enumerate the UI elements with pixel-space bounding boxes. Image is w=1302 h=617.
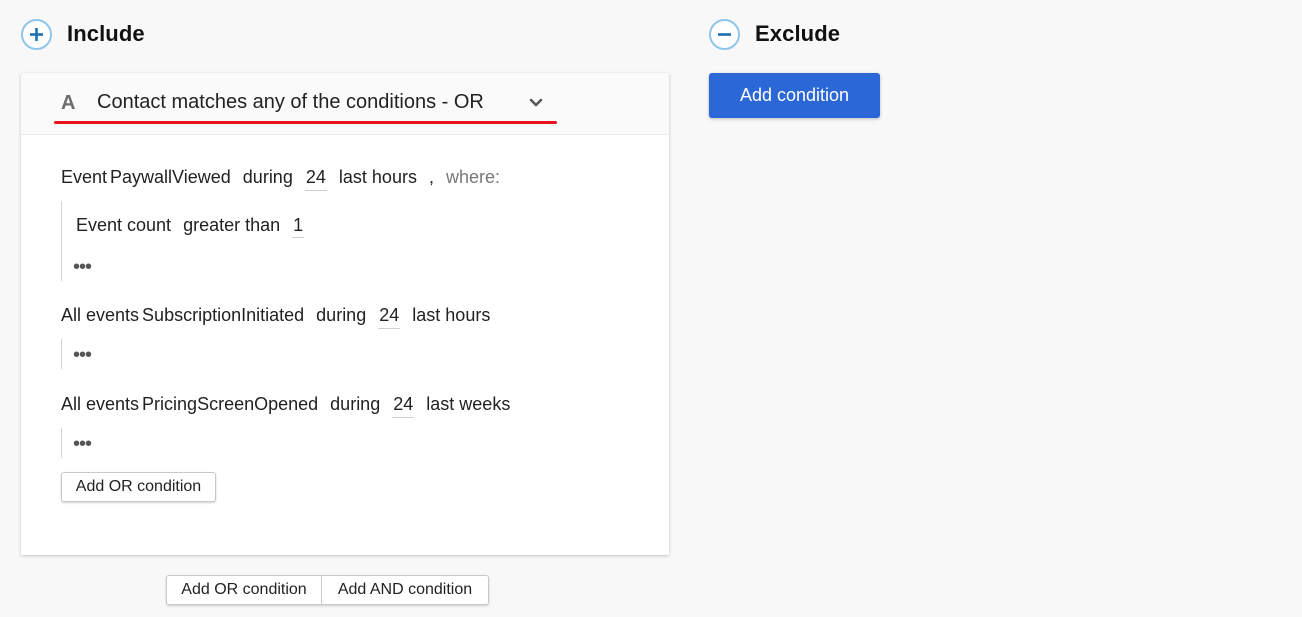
condition-row[interactable]: All events SubscriptionInitiated during 2…: [61, 305, 490, 329]
sub-condition-block: •••: [61, 339, 92, 369]
sub-condition-block: •••: [61, 428, 92, 458]
event-name[interactable]: SubscriptionInitiated: [142, 305, 304, 326]
condition-kind: Event: [61, 167, 108, 187]
group-actions: Add OR condition Add AND condition: [166, 575, 489, 605]
group-letter: A: [61, 92, 76, 114]
period-unit[interactable]: last weeks: [426, 394, 510, 415]
exclude-header: Exclude: [709, 18, 841, 50]
add-or-condition-button[interactable]: Add OR condition: [61, 472, 216, 502]
during-label: during: [242, 167, 293, 187]
comma: ,: [428, 167, 434, 187]
sub-condition-row[interactable]: Event count greater than 1: [76, 215, 305, 238]
sub-value[interactable]: 1: [292, 215, 305, 238]
amount-value[interactable]: 24: [378, 305, 401, 329]
sub-operator[interactable]: greater than: [183, 215, 280, 235]
amount-value[interactable]: 24: [304, 167, 327, 191]
condition-row[interactable]: Event PaywallViewed during 24 last hours …: [61, 167, 500, 191]
amount-value[interactable]: 24: [392, 394, 415, 418]
more-options-icon[interactable]: •••: [73, 434, 92, 454]
condition-group-card: A Contact matches any of the conditions …: [21, 73, 669, 555]
include-title: Include: [67, 21, 145, 46]
during-label: during: [316, 305, 367, 325]
condition-kind: All events: [61, 305, 140, 325]
group-title: Contact matches any of the conditions - …: [97, 91, 484, 113]
exclude-title: Exclude: [755, 21, 841, 46]
condition-kind: All events: [61, 394, 140, 414]
event-name[interactable]: PricingScreenOpened: [142, 394, 318, 415]
period-unit[interactable]: last hours: [412, 305, 490, 326]
plus-circle-icon[interactable]: [21, 18, 52, 50]
minus-circle-icon[interactable]: [709, 18, 740, 50]
sub-field[interactable]: Event count: [76, 215, 171, 235]
condition-row[interactable]: All events PricingScreenOpened during 24 …: [61, 394, 510, 418]
add-or-group-button[interactable]: Add OR condition: [167, 576, 322, 604]
more-options-icon[interactable]: •••: [73, 257, 92, 277]
more-options-icon[interactable]: •••: [73, 345, 92, 365]
where-label: where:: [446, 167, 501, 187]
add-condition-button[interactable]: Add condition: [709, 73, 880, 118]
sub-condition-block: Event count greater than 1 •••: [61, 201, 305, 281]
during-label: during: [330, 394, 381, 414]
period-unit[interactable]: last hours: [339, 167, 417, 188]
event-name[interactable]: PaywallViewed: [110, 167, 231, 188]
add-and-group-button[interactable]: Add AND condition: [322, 576, 488, 604]
include-header: Include: [21, 18, 145, 50]
group-header[interactable]: A Contact matches any of the conditions …: [21, 73, 669, 135]
chevron-down-icon[interactable]: [528, 97, 544, 109]
highlight-underline: [54, 121, 557, 124]
